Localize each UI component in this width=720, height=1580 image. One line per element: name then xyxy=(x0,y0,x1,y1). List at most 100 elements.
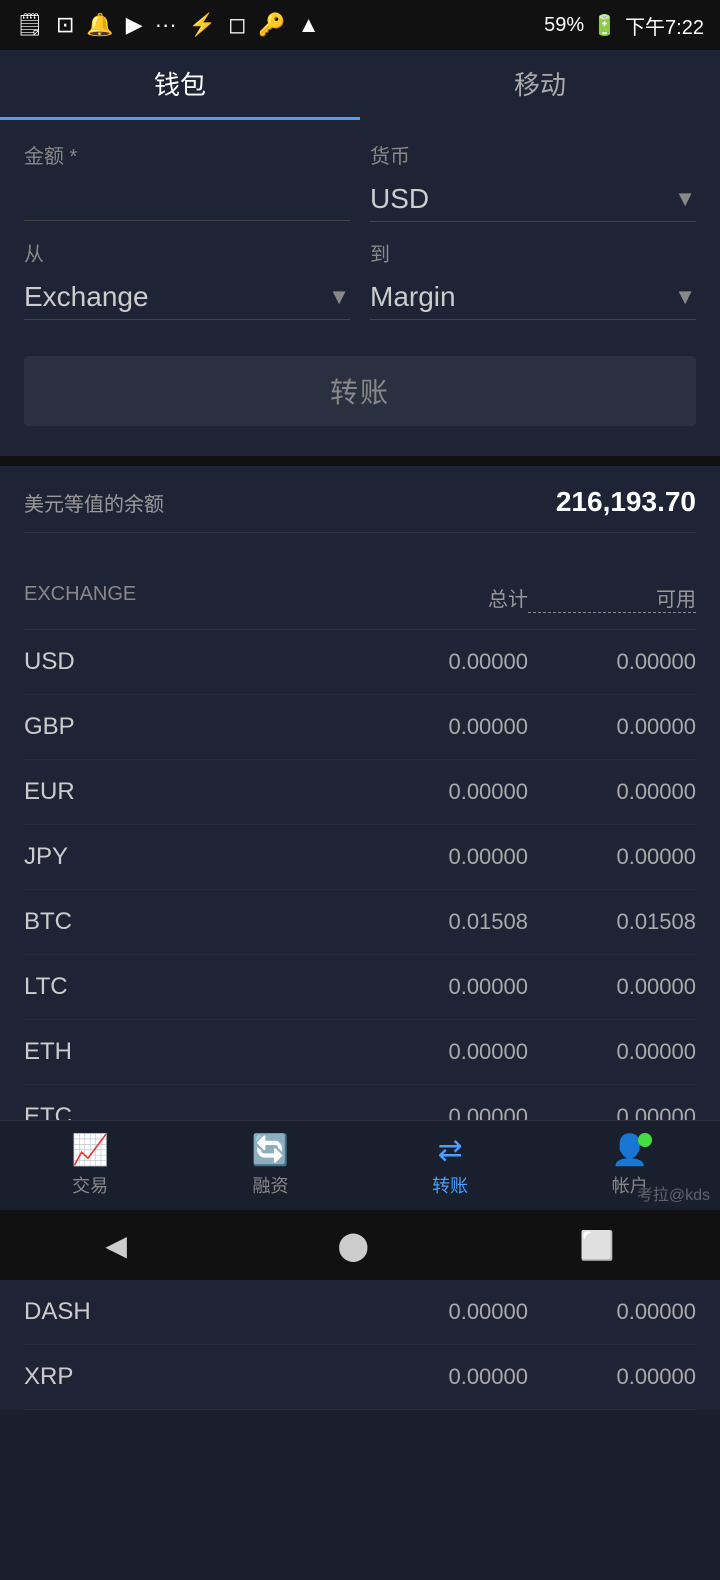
asset-total: 0.00000 xyxy=(360,844,528,870)
trade-icon: 📈 xyxy=(71,1133,108,1168)
app-icon: ⊡ xyxy=(56,12,74,38)
transfer-icon: ⇄ xyxy=(438,1133,463,1168)
balance-row: 美元等值的余额 216,193.70 xyxy=(24,486,696,533)
nav-finance[interactable]: 🔄 融资 xyxy=(252,1133,289,1198)
nav-transfer[interactable]: ⇄ 转账 xyxy=(432,1133,468,1198)
battery-pct: 59% xyxy=(544,14,584,37)
asset-name: XRP xyxy=(24,1363,360,1391)
asset-avail: 0.00000 xyxy=(528,844,696,870)
to-arrow-icon: ▼ xyxy=(674,284,696,310)
to-value: Margin xyxy=(370,281,456,312)
asset-name: LTC xyxy=(24,973,360,1001)
exchange-header: EXCHANGE 总计 可用 xyxy=(24,567,696,630)
online-dot xyxy=(638,1133,652,1147)
table-row: JPY 0.00000 0.00000 xyxy=(24,825,696,890)
time: 下午7:22 xyxy=(625,11,704,40)
form-row-amount-currency: 金额 * 货币 USD ▼ xyxy=(24,140,696,222)
asset-avail: 0.00000 xyxy=(528,779,696,805)
bt-icon: ⚡ xyxy=(189,12,216,38)
nfc-icon: ◻ xyxy=(228,12,246,38)
asset-avail: 0.00000 xyxy=(528,1299,696,1325)
asset-name: ETH xyxy=(24,1038,360,1066)
asset-avail: 0.00000 xyxy=(528,1039,696,1065)
amount-label: 金额 * xyxy=(24,140,350,169)
from-arrow-icon: ▼ xyxy=(328,284,350,310)
to-select[interactable]: Margin ▼ xyxy=(370,275,696,320)
asset-name: GBP xyxy=(24,713,360,741)
table-row: DASH 0.00000 0.00000 xyxy=(24,1280,696,1345)
recent-button[interactable]: ⬜ xyxy=(580,1229,615,1262)
currency-select[interactable]: USD ▼ xyxy=(370,177,696,222)
asset-name: EUR xyxy=(24,778,360,806)
tab-wallet[interactable]: 钱包 xyxy=(0,50,360,120)
table-row: USD 0.00000 0.00000 xyxy=(24,630,696,695)
asset-name: JPY xyxy=(24,843,360,871)
bottom-nav: 📈 交易 🔄 融资 ⇄ 转账 👤 帐户 xyxy=(0,1120,720,1210)
exchange-section: EXCHANGE 总计 可用 USD 0.00000 0.00000 GBP 0… xyxy=(0,567,720,1410)
transfer-button[interactable]: 转账 xyxy=(24,356,696,426)
asset-total: 0.01508 xyxy=(360,909,528,935)
to-label: 到 xyxy=(370,238,696,267)
balance-label: 美元等值的余额 xyxy=(24,488,164,517)
asset-avail: 0.00000 xyxy=(528,649,696,675)
exchange-title: EXCHANGE xyxy=(24,583,360,613)
nav-transfer-label: 转账 xyxy=(432,1172,468,1198)
tab-move[interactable]: 移动 xyxy=(360,50,720,120)
form-area: 金额 * 货币 USD ▼ 从 Exchange ▼ 到 Margin ▼ xyxy=(0,120,720,456)
asset-total: 0.00000 xyxy=(360,1039,528,1065)
asset-total: 0.00000 xyxy=(360,714,528,740)
asset-avail: 0.00000 xyxy=(528,714,696,740)
currency-arrow-icon: ▼ xyxy=(674,186,696,212)
key-icon: 🔑 xyxy=(258,12,285,38)
nav-trade-label: 交易 xyxy=(72,1172,108,1198)
table-row: BTC 0.01508 0.01508 xyxy=(24,890,696,955)
send-icon: ▶ xyxy=(126,12,143,38)
balance-value: 216,193.70 xyxy=(556,486,696,518)
table-row: LTC 0.00000 0.00000 xyxy=(24,955,696,1020)
currency-field: 货币 USD ▼ xyxy=(370,140,696,222)
finance-icon: 🔄 xyxy=(252,1133,289,1168)
asset-total: 0.00000 xyxy=(360,1364,528,1390)
table-row: EUR 0.00000 0.00000 xyxy=(24,760,696,825)
watermark: 考拉@kds xyxy=(637,1181,710,1205)
form-row-from-to: 从 Exchange ▼ 到 Margin ▼ xyxy=(24,238,696,320)
home-button[interactable]: ⬤ xyxy=(338,1229,369,1262)
top-tabs: 钱包 移动 xyxy=(0,50,720,120)
sim-icon: 🗒 xyxy=(16,12,44,38)
asset-avail: 0.00000 xyxy=(528,974,696,1000)
from-value: Exchange xyxy=(24,281,149,312)
section-divider xyxy=(0,456,720,466)
asset-total: 0.00000 xyxy=(360,974,528,1000)
nav-trade[interactable]: 📈 交易 xyxy=(71,1133,108,1198)
table-row: XRP 0.00000 0.00000 xyxy=(24,1345,696,1410)
currency-label: 货币 xyxy=(370,140,696,169)
col-total-header: 总计 xyxy=(360,583,528,613)
balance-section: 美元等值的余额 216,193.70 xyxy=(0,466,720,567)
status-left: 🗒 ⊡ 🔔 ▶ ··· ⚡ ◻ 🔑 ▲ xyxy=(16,12,320,38)
status-bar: 🗒 ⊡ 🔔 ▶ ··· ⚡ ◻ 🔑 ▲ 59% 🔋 下午7:22 xyxy=(0,0,720,50)
asset-total: 0.00000 xyxy=(360,649,528,675)
from-select[interactable]: Exchange ▼ xyxy=(24,275,350,320)
signal-icon: ▲ xyxy=(298,12,320,38)
from-field: 从 Exchange ▼ xyxy=(24,238,350,320)
asset-avail: 0.01508 xyxy=(528,909,696,935)
battery-icon: 🔋 xyxy=(592,13,617,38)
amount-field: 金额 * xyxy=(24,140,350,222)
table-row: ETH 0.00000 0.00000 xyxy=(24,1020,696,1085)
asset-name: BTC xyxy=(24,908,360,936)
currency-value: USD xyxy=(370,183,429,214)
table-row: GBP 0.00000 0.00000 xyxy=(24,695,696,760)
nav-finance-label: 融资 xyxy=(252,1172,288,1198)
status-right: 59% 🔋 下午7:22 xyxy=(544,11,704,40)
col-avail-header: 可用 xyxy=(528,583,696,613)
asset-total: 0.00000 xyxy=(360,779,528,805)
asset-name: DASH xyxy=(24,1298,360,1326)
asset-list: USD 0.00000 0.00000 GBP 0.00000 0.00000 … xyxy=(24,630,696,1410)
asset-name: USD xyxy=(24,648,360,676)
back-button[interactable]: ◀ xyxy=(105,1229,127,1262)
notif-icon: 🔔 xyxy=(86,12,113,38)
from-label: 从 xyxy=(24,238,350,267)
amount-input[interactable] xyxy=(24,177,350,221)
to-field: 到 Margin ▼ xyxy=(370,238,696,320)
asset-avail: 0.00000 xyxy=(528,1364,696,1390)
